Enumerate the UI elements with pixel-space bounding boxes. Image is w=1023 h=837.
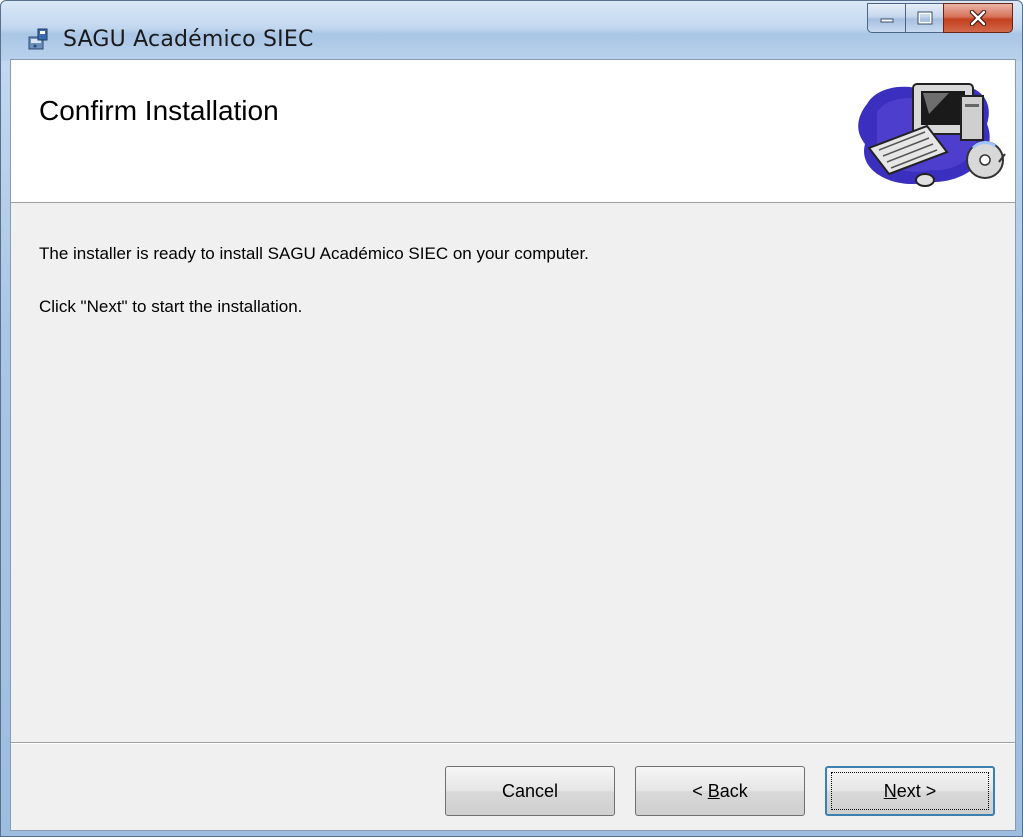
installer-icon xyxy=(28,28,48,50)
back-button[interactable]: < Back xyxy=(635,766,805,816)
minimize-button[interactable] xyxy=(867,3,905,33)
page-title: Confirm Installation xyxy=(39,95,279,126)
back-mnemonic: B xyxy=(707,780,720,801)
button-separator xyxy=(11,742,1015,744)
window-title: SAGU Académico SIEC xyxy=(63,27,314,52)
back-prefix: < xyxy=(692,780,708,801)
maximize-icon xyxy=(917,11,932,25)
ready-message: The installer is ready to install SAGU A… xyxy=(39,244,589,263)
focus-rectangle xyxy=(831,772,989,810)
dialog-client-area: Confirm Installation The installer is re… xyxy=(10,59,1016,831)
back-rest: ack xyxy=(719,780,748,801)
title-bar[interactable]: SAGU Académico SIEC xyxy=(1,1,1022,61)
cancel-button[interactable]: Cancel xyxy=(445,766,615,816)
header-banner: Confirm Installation xyxy=(11,60,1015,203)
next-button[interactable]: Next > xyxy=(825,766,995,816)
back-button-label: < Back xyxy=(692,781,748,802)
maximize-button[interactable] xyxy=(905,3,943,33)
computer-cd-graphic xyxy=(858,83,1006,187)
next-instruction: Click "Next" to start the installation. xyxy=(39,297,303,316)
close-button[interactable] xyxy=(943,3,1013,33)
caption-buttons xyxy=(867,3,1013,37)
close-icon xyxy=(969,10,987,26)
minimize-icon xyxy=(880,18,893,23)
installer-window: SAGU Académico SIEC Confirm Installation… xyxy=(0,0,1023,837)
cancel-button-label: Cancel xyxy=(501,780,559,801)
